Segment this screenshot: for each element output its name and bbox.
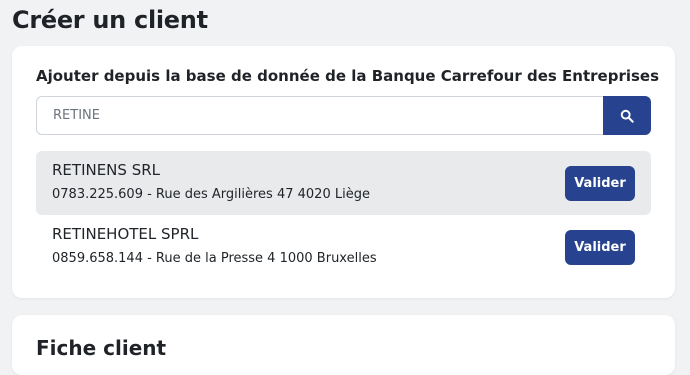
validate-button[interactable]: Valider	[565, 230, 635, 265]
search-input[interactable]	[36, 96, 603, 135]
results-list: RETINENS SRL 0783.225.609 - Rue des Argi…	[36, 151, 651, 279]
search-icon	[620, 109, 634, 123]
validate-button[interactable]: Valider	[565, 166, 635, 201]
result-detail: 0783.225.609 - Rue des Argilières 47 402…	[52, 187, 370, 202]
result-name: RETINENS SRL	[52, 161, 160, 179]
result-detail: 0859.658.144 - Rue de la Presse 4 1000 B…	[52, 251, 377, 266]
result-row: RETINEHOTEL SPRL 0859.658.144 - Rue de l…	[36, 215, 651, 279]
bce-search-card: Ajouter depuis la base de donnée de la B…	[12, 46, 675, 298]
page-title: Créer un client	[12, 6, 208, 34]
card-heading: Ajouter depuis la base de donnée de la B…	[36, 67, 660, 85]
fiche-client-card: Fiche client	[12, 315, 675, 375]
search-button[interactable]	[603, 96, 651, 135]
result-name: RETINEHOTEL SPRL	[52, 225, 199, 243]
search-group	[36, 96, 651, 135]
fiche-title: Fiche client	[36, 336, 167, 360]
result-row: RETINENS SRL 0783.225.609 - Rue des Argi…	[36, 151, 651, 215]
